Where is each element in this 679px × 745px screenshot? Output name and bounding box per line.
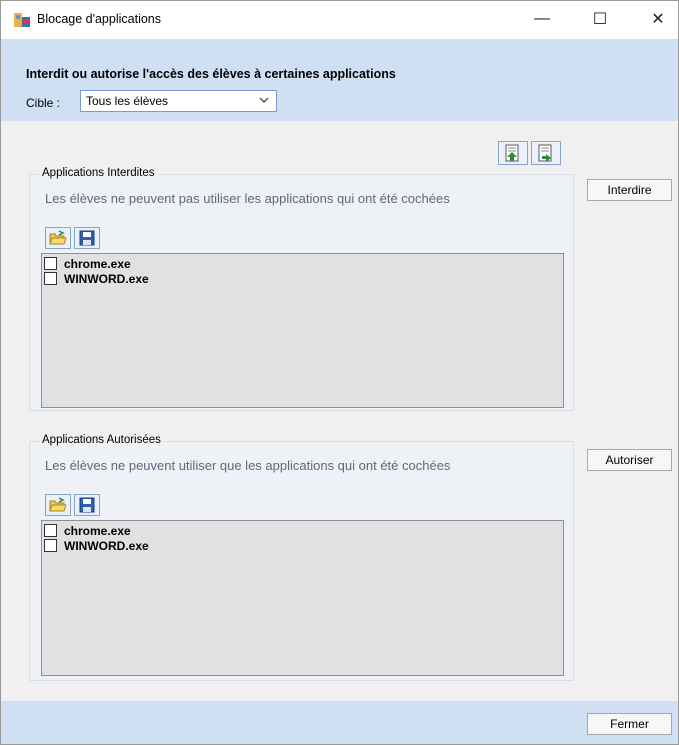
footer-band: [1, 701, 678, 744]
app-name: chrome.exe: [64, 523, 131, 538]
fermer-button[interactable]: Fermer: [587, 713, 672, 735]
close-button[interactable]: ✕: [635, 1, 679, 37]
checkbox[interactable]: [44, 257, 57, 270]
app-name: WINWORD.exe: [64, 538, 149, 553]
app-name: chrome.exe: [64, 256, 131, 271]
app-shield-icon: [14, 13, 30, 27]
import-list-icon: [505, 144, 519, 162]
import-list-button[interactable]: [498, 141, 528, 165]
cible-dropdown[interactable]: Tous les élèves: [80, 90, 277, 112]
title-bar: Blocage d'applications — ☐ ✕: [1, 1, 678, 39]
checkbox[interactable]: [44, 524, 57, 537]
save-disk-icon: [79, 497, 95, 513]
blocage-window: Blocage d'applications — ☐ ✕ Interdit ou…: [0, 0, 679, 745]
top-toolbar: [498, 141, 561, 165]
forbidden-group-legend: Applications Interdites: [39, 167, 158, 179]
checkbox[interactable]: [44, 272, 57, 285]
forbidden-app-list[interactable]: chrome.exe WINWORD.exe: [41, 253, 564, 408]
forbidden-description: Les élèves ne peuvent pas utiliser les a…: [45, 191, 450, 206]
checkbox[interactable]: [44, 539, 57, 552]
autoriser-button[interactable]: Autoriser: [587, 449, 672, 471]
forbidden-save-button[interactable]: [74, 227, 100, 249]
forbidden-open-button[interactable]: [45, 227, 71, 249]
app-name: WINWORD.exe: [64, 271, 149, 286]
cible-label: Cible :: [26, 96, 61, 110]
minimize-button[interactable]: —: [519, 1, 565, 37]
export-list-button[interactable]: [531, 141, 561, 165]
allowed-toolbar: [45, 494, 100, 516]
allowed-description: Les élèves ne peuvent utiliser que les a…: [45, 458, 451, 473]
chevron-down-icon: [259, 97, 269, 103]
list-item[interactable]: WINWORD.exe: [44, 538, 563, 553]
list-item[interactable]: chrome.exe: [44, 523, 563, 538]
list-item[interactable]: WINWORD.exe: [44, 271, 563, 286]
forbidden-toolbar: [45, 227, 100, 249]
maximize-button[interactable]: ☐: [577, 1, 623, 37]
export-list-icon: [538, 144, 552, 162]
allowed-save-button[interactable]: [74, 494, 100, 516]
list-item[interactable]: chrome.exe: [44, 256, 563, 271]
interdire-button[interactable]: Interdire: [587, 179, 672, 201]
allowed-group-legend: Applications Autorisées: [39, 434, 164, 446]
open-folder-icon: [49, 230, 67, 245]
allowed-app-list[interactable]: chrome.exe WINWORD.exe: [41, 520, 564, 676]
open-folder-icon: [49, 497, 67, 512]
window-title: Blocage d'applications: [37, 12, 161, 26]
cible-value: Tous les élèves: [86, 94, 169, 108]
header-title: Interdit ou autorise l'accès des élèves …: [26, 67, 396, 81]
allowed-open-button[interactable]: [45, 494, 71, 516]
save-disk-icon: [79, 230, 95, 246]
